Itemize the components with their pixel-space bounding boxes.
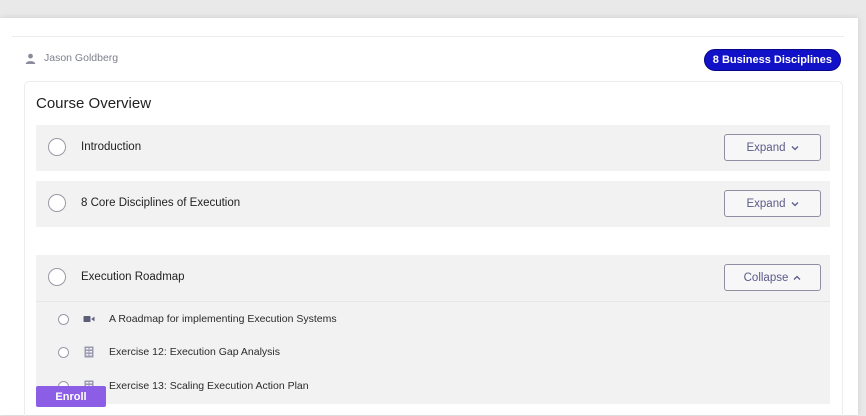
expand-label: Expand xyxy=(746,141,786,154)
section-core-disciplines[interactable]: 8 Core Disciplines of Execution Expand xyxy=(36,181,830,227)
section-title: 8 Core Disciplines of Execution xyxy=(81,197,241,209)
section-title: Execution Roadmap xyxy=(81,271,185,283)
section-status-circle xyxy=(48,268,66,286)
lesson-list: A Roadmap for implementing Execution Sys… xyxy=(36,301,830,404)
lesson-title: Exercise 12: Execution Gap Analysis xyxy=(109,346,281,358)
video-icon xyxy=(83,313,109,325)
collapse-label: Collapse xyxy=(743,271,789,284)
category-badge[interactable]: 8 Business Disciplines xyxy=(703,49,841,71)
expand-button[interactable]: Expand xyxy=(724,134,821,161)
chevron-up-icon xyxy=(793,273,801,283)
lesson-title: A Roadmap for implementing Execution Sys… xyxy=(109,313,337,325)
course-card: Jason Goldberg 8 Business Disciplines Co… xyxy=(0,18,858,416)
lesson-title: Exercise 13: Scaling Execution Action Pl… xyxy=(109,380,309,392)
lesson-status-circle xyxy=(58,346,69,358)
lesson-status-circle xyxy=(58,313,69,325)
section-title: Introduction xyxy=(81,141,142,153)
worksheet-icon xyxy=(83,346,109,358)
lesson-item[interactable]: A Roadmap for implementing Execution Sys… xyxy=(58,310,337,328)
course-overview-panel: Course Overview Introduction Expand 8 Co… xyxy=(24,81,843,416)
chevron-down-icon xyxy=(791,199,799,209)
section-introduction[interactable]: Introduction Expand xyxy=(36,125,830,171)
enroll-button[interactable]: Enroll xyxy=(36,386,106,407)
expand-label: Expand xyxy=(746,197,786,210)
divider xyxy=(12,36,844,37)
section-execution-roadmap[interactable]: Execution Roadmap Collapse xyxy=(36,255,830,301)
section-status-circle xyxy=(48,138,66,156)
lesson-item[interactable]: Exercise 12: Execution Gap Analysis xyxy=(58,343,280,361)
collapse-button[interactable]: Collapse xyxy=(724,264,821,291)
chevron-down-icon xyxy=(791,143,799,153)
author: Jason Goldberg xyxy=(25,52,118,64)
course-overview-title: Course Overview xyxy=(36,95,152,112)
expand-button[interactable]: Expand xyxy=(724,190,821,217)
user-icon xyxy=(25,53,36,64)
section-status-circle xyxy=(48,194,66,212)
author-name: Jason Goldberg xyxy=(44,52,119,64)
